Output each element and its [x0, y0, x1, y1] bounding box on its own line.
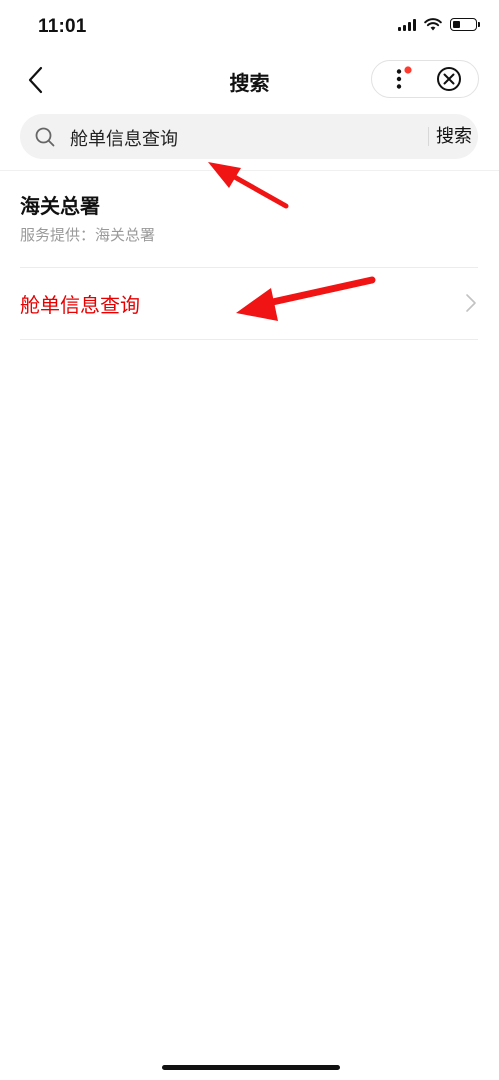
more-button[interactable] [372, 61, 424, 97]
arrow-pointing-search [208, 162, 289, 209]
list-item-manifest-query[interactable]: 舱单信息查询 [0, 268, 499, 339]
annotation-arrows [208, 162, 376, 321]
cellular-signal-icon [398, 18, 416, 31]
notification-dot [404, 66, 412, 74]
home-indicator [162, 1065, 340, 1070]
more-vertical-icon [396, 66, 412, 89]
nav-bar: 搜索 [0, 58, 499, 102]
mini-program-capsule [371, 60, 479, 98]
chevron-right-icon [466, 294, 476, 312]
search-divider [428, 127, 429, 146]
battery-icon [450, 18, 480, 31]
header-divider [0, 170, 499, 171]
status-icons [398, 18, 480, 31]
status-time: 11:01 [38, 16, 87, 37]
org-title: 海关总署 [20, 194, 100, 218]
divider [20, 339, 478, 340]
search-icon [35, 127, 55, 147]
search-input[interactable] [68, 114, 402, 161]
status-bar: 11:01 [0, 0, 499, 58]
search-bar: 搜索 [20, 114, 478, 161]
wifi-icon [424, 18, 442, 31]
battery-level [453, 21, 460, 28]
search-button[interactable]: 搜索 [430, 114, 478, 159]
circle-close-icon [437, 67, 461, 91]
close-button[interactable] [424, 61, 478, 97]
provider-text: 服务提供：海关总署 [20, 226, 156, 244]
list-item-label: 舱单信息查询 [20, 293, 140, 317]
